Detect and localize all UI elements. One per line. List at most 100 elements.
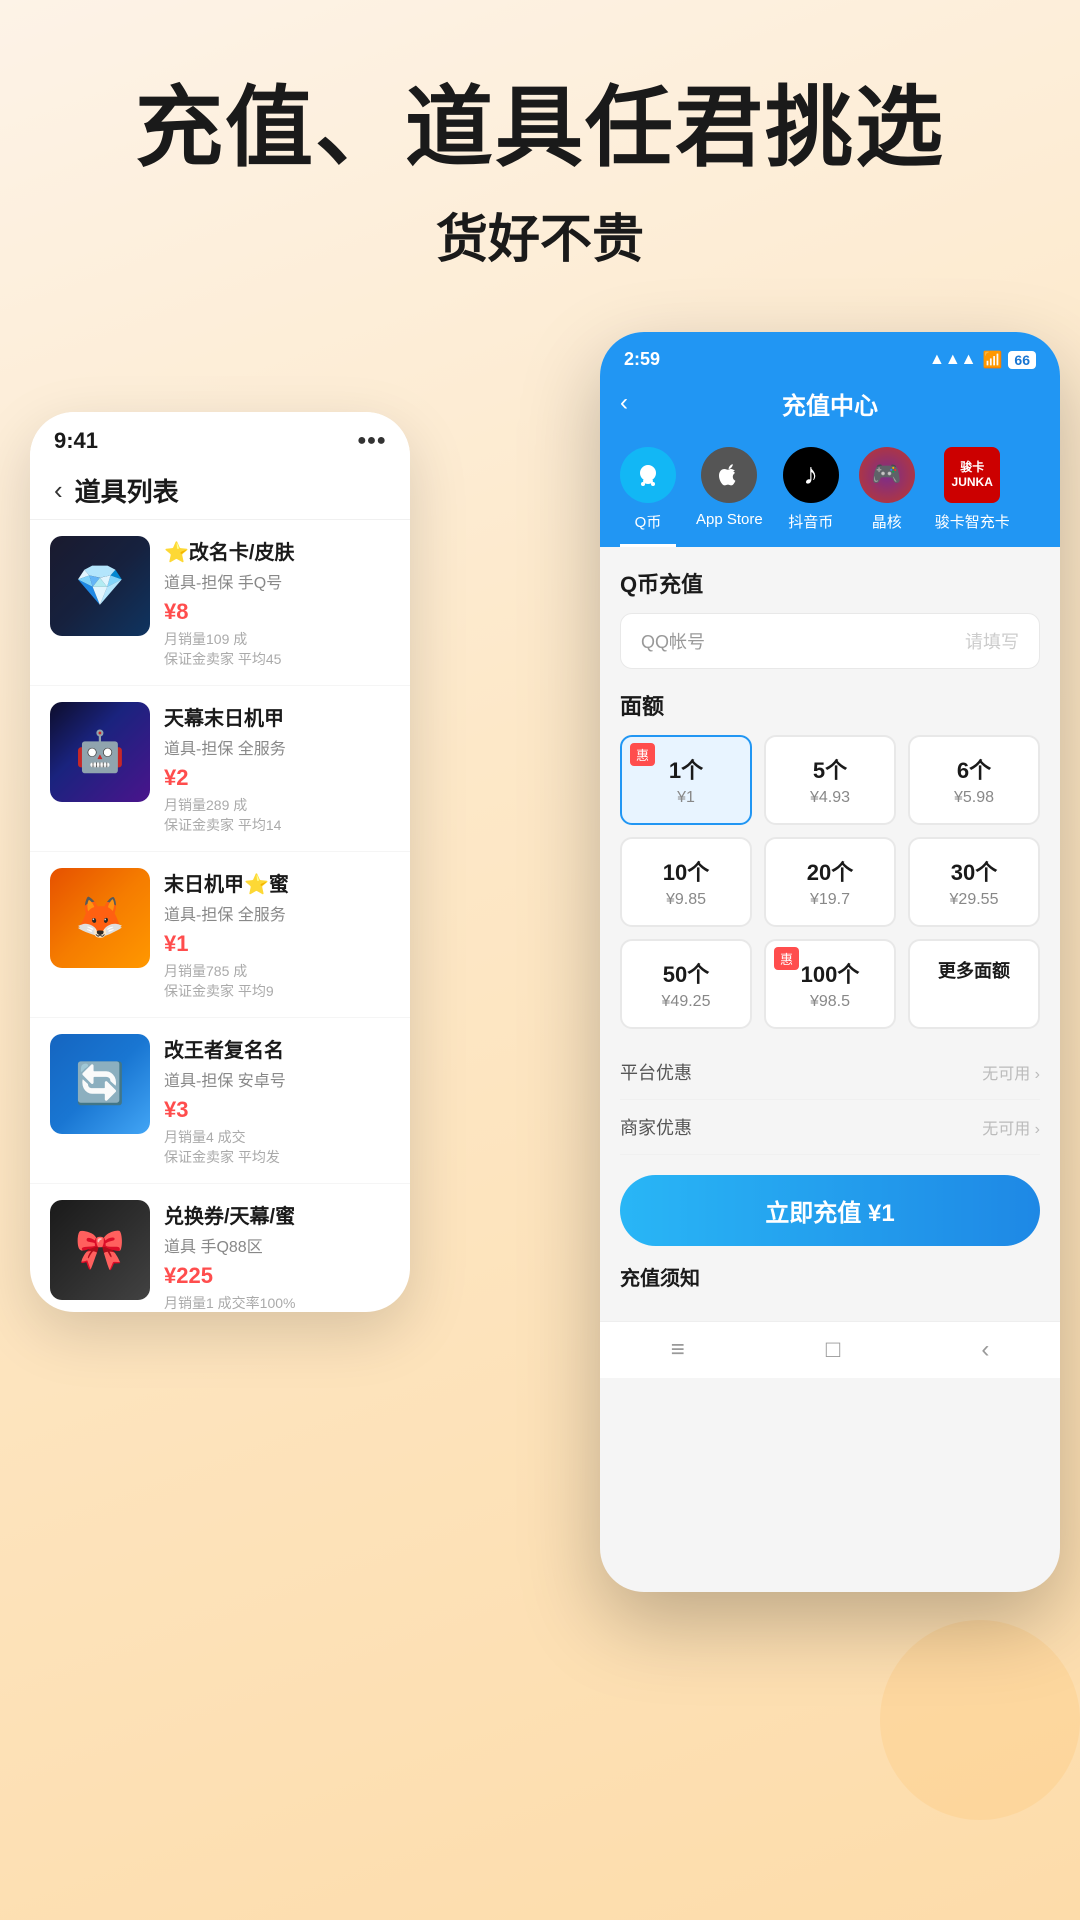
amount-card-1[interactable]: 惠 1个 ¥1 [620, 735, 752, 825]
tool-meta-1b: 保证金卖家 平均45 [164, 649, 390, 669]
hui-badge-1: 惠 [630, 743, 655, 766]
kitty-icon: 🎀 [50, 1200, 150, 1300]
amount-card-5[interactable]: 20个 ¥19.7 [764, 837, 896, 927]
nav-back-button[interactable]: ‹ [620, 389, 628, 417]
tab-junka[interactable]: 骏卡JUNKA 骏卡智充卡 [935, 447, 1010, 547]
tool-desc-4: 道具-担保 安卓号 [164, 1067, 390, 1091]
amount-card-8[interactable]: 惠 100个 ¥98.5 [764, 939, 896, 1029]
tool-meta-5: 月销量1 成交率100% [164, 1293, 390, 1312]
merchant-discount-value: 无可用 › [982, 1115, 1040, 1139]
back-page-title: 道具列表 [75, 472, 179, 509]
fox-icon: 🦊 [50, 868, 150, 968]
list-item[interactable]: 💎 ⭐改名卡/皮肤 道具-担保 手Q号 ¥8 月销量109 成 保证金卖家 平均… [30, 520, 410, 686]
status-time: 2:59 [624, 349, 660, 370]
list-item[interactable]: 🎀 兑换券/天幕/蜜 道具 手Q88区 ¥225 月销量1 成交率100% 平台… [30, 1184, 410, 1312]
list-item[interactable]: 🤖 天幕末日机甲 道具-担保 全服务 ¥2 月销量289 成 保证金卖家 平均1… [30, 686, 410, 852]
amount-grid: 惠 1个 ¥1 5个 ¥4.93 6个 ¥5.98 10个 ¥9.85 [620, 735, 1040, 1029]
tool-price-3: ¥1 [164, 931, 390, 957]
deco-circle [880, 1620, 1080, 1820]
hui-badge-8: 惠 [774, 947, 799, 970]
tool-image-3: 🦊 [50, 868, 150, 968]
tab-junka-label: 骏卡智充卡 [935, 511, 1010, 532]
amount-card-4[interactable]: 10个 ¥9.85 [620, 837, 752, 927]
nav-title: 充值中心 [782, 386, 878, 421]
amount-main-7: 50个 [634, 957, 738, 989]
tool-name-2: 天幕末日机甲 [164, 702, 390, 731]
section-title: Q币充值 [620, 567, 1040, 599]
tool-image-1: 💎 [50, 536, 150, 636]
tab-jinghe[interactable]: 🎮 晶核 [859, 447, 915, 547]
amount-label: 面额 [620, 689, 1040, 721]
junka-icon: 骏卡JUNKA [944, 447, 1000, 503]
amount-sub-5: ¥19.7 [778, 891, 882, 909]
tool-meta-2: 月销量289 成 [164, 795, 390, 815]
status-bar: 2:59 ▲▲▲ 📶 66 [600, 332, 1060, 376]
apple-icon [701, 447, 757, 503]
account-input-row[interactable]: QQ帐号 请填写 [620, 613, 1040, 669]
tab-qq[interactable]: Q币 [620, 447, 676, 547]
amount-card-6[interactable]: 30个 ¥29.55 [908, 837, 1040, 927]
tool-info-2: 天幕末日机甲 道具-担保 全服务 ¥2 月销量289 成 保证金卖家 平均14 [164, 702, 390, 835]
battery-icon: 66 [1008, 351, 1036, 369]
back-phone-status: 9:41 ●●● [30, 412, 410, 462]
tool-desc-2: 道具-担保 全服务 [164, 735, 390, 759]
list-item[interactable]: 🔄 改王者复名名 道具-担保 安卓号 ¥3 月销量4 成交 保证金卖家 平均发 [30, 1018, 410, 1184]
front-phone: 2:59 ▲▲▲ 📶 66 ‹ 充值中心 Q币 [600, 332, 1060, 1592]
tool-info-4: 改王者复名名 道具-担保 安卓号 ¥3 月销量4 成交 保证金卖家 平均发 [164, 1034, 390, 1167]
tool-meta-3: 月销量785 成 [164, 961, 390, 981]
status-icons: ▲▲▲ 📶 66 [929, 350, 1036, 370]
amount-card-3[interactable]: 6个 ¥5.98 [908, 735, 1040, 825]
tool-desc-3: 道具-担保 全服务 [164, 901, 390, 925]
account-label: QQ帐号 [641, 628, 705, 654]
tool-desc-1: 道具-担保 手Q号 [164, 569, 390, 593]
tool-image-5: 🎀 [50, 1200, 150, 1300]
amount-main-2: 5个 [778, 753, 882, 785]
amount-sub-7: ¥49.25 [634, 993, 738, 1011]
change-icon: 🔄 [50, 1034, 150, 1134]
amount-card-more[interactable]: 更多面额 [908, 939, 1040, 1029]
qq-icon [620, 447, 676, 503]
tool-info-5: 兑换券/天幕/蜜 道具 手Q88区 ¥225 月销量1 成交率100% 平台发货… [164, 1200, 390, 1312]
amount-card-7[interactable]: 50个 ¥49.25 [620, 939, 752, 1029]
robot-icon: 🤖 [50, 702, 150, 802]
back-arrow-icon[interactable]: ‹ [54, 475, 63, 506]
account-placeholder: 请填写 [965, 628, 1019, 654]
gem-icon: 💎 [50, 536, 150, 636]
tab-appstore[interactable]: App Store [696, 447, 763, 547]
platform-discount-label: 平台优惠 [620, 1059, 692, 1085]
tool-name-1: ⭐改名卡/皮肤 [164, 536, 390, 565]
tab-douyin[interactable]: ♪ 抖音币 [783, 447, 839, 547]
amount-sub-4: ¥9.85 [634, 891, 738, 909]
tool-info-1: ⭐改名卡/皮肤 道具-担保 手Q号 ¥8 月销量109 成 保证金卖家 平均45 [164, 536, 390, 669]
tool-meta-1: 月销量109 成 [164, 629, 390, 649]
bottom-menu-icon[interactable]: ≡ [671, 1336, 685, 1364]
amount-card-2[interactable]: 5个 ¥4.93 [764, 735, 896, 825]
amount-sub-8: ¥98.5 [778, 993, 882, 1011]
tool-name-5: 兑换券/天幕/蜜 [164, 1200, 390, 1229]
tool-image-2: 🤖 [50, 702, 150, 802]
tab-qq-label: Q币 [635, 511, 662, 532]
merchant-discount-row[interactable]: 商家优惠 无可用 › [620, 1100, 1040, 1155]
merchant-discount-label: 商家优惠 [620, 1114, 692, 1140]
list-item[interactable]: 🦊 末日机甲⭐蜜 道具-担保 全服务 ¥1 月销量785 成 保证金卖家 平均9 [30, 852, 410, 1018]
back-phone: 9:41 ●●● ‹ 道具列表 💎 ⭐改名卡/皮肤 道具-担保 手Q号 ¥8 月… [30, 412, 410, 1312]
jinghe-icon: 🎮 [859, 447, 915, 503]
bottom-home-icon[interactable]: □ [826, 1336, 841, 1364]
charge-button[interactable]: 立即充值 ¥1 [620, 1175, 1040, 1246]
bottom-back-icon[interactable]: ‹ [981, 1336, 989, 1364]
platform-discount-row[interactable]: 平台优惠 无可用 › [620, 1045, 1040, 1100]
bottom-nav: ≡ □ ‹ [600, 1321, 1060, 1378]
amount-main-more: 更多面额 [922, 957, 1026, 983]
tool-image-4: 🔄 [50, 1034, 150, 1134]
back-phone-time: 9:41 [54, 428, 98, 454]
phones-container: 9:41 ●●● ‹ 道具列表 💎 ⭐改名卡/皮肤 道具-担保 手Q号 ¥8 月… [0, 332, 1080, 1632]
tool-meta-2b: 保证金卖家 平均14 [164, 815, 390, 835]
recharge-notice-title: 充值须知 [620, 1262, 1040, 1291]
tool-desc-5: 道具 手Q88区 [164, 1233, 390, 1257]
nav-bar: ‹ 充值中心 [600, 376, 1060, 437]
amount-main-6: 30个 [922, 855, 1026, 887]
hero-subtitle: 货好不贵 [60, 197, 1020, 272]
amount-main-4: 10个 [634, 855, 738, 887]
hero-title: 充值、道具任君挑选 [60, 80, 1020, 177]
amount-main-5: 20个 [778, 855, 882, 887]
